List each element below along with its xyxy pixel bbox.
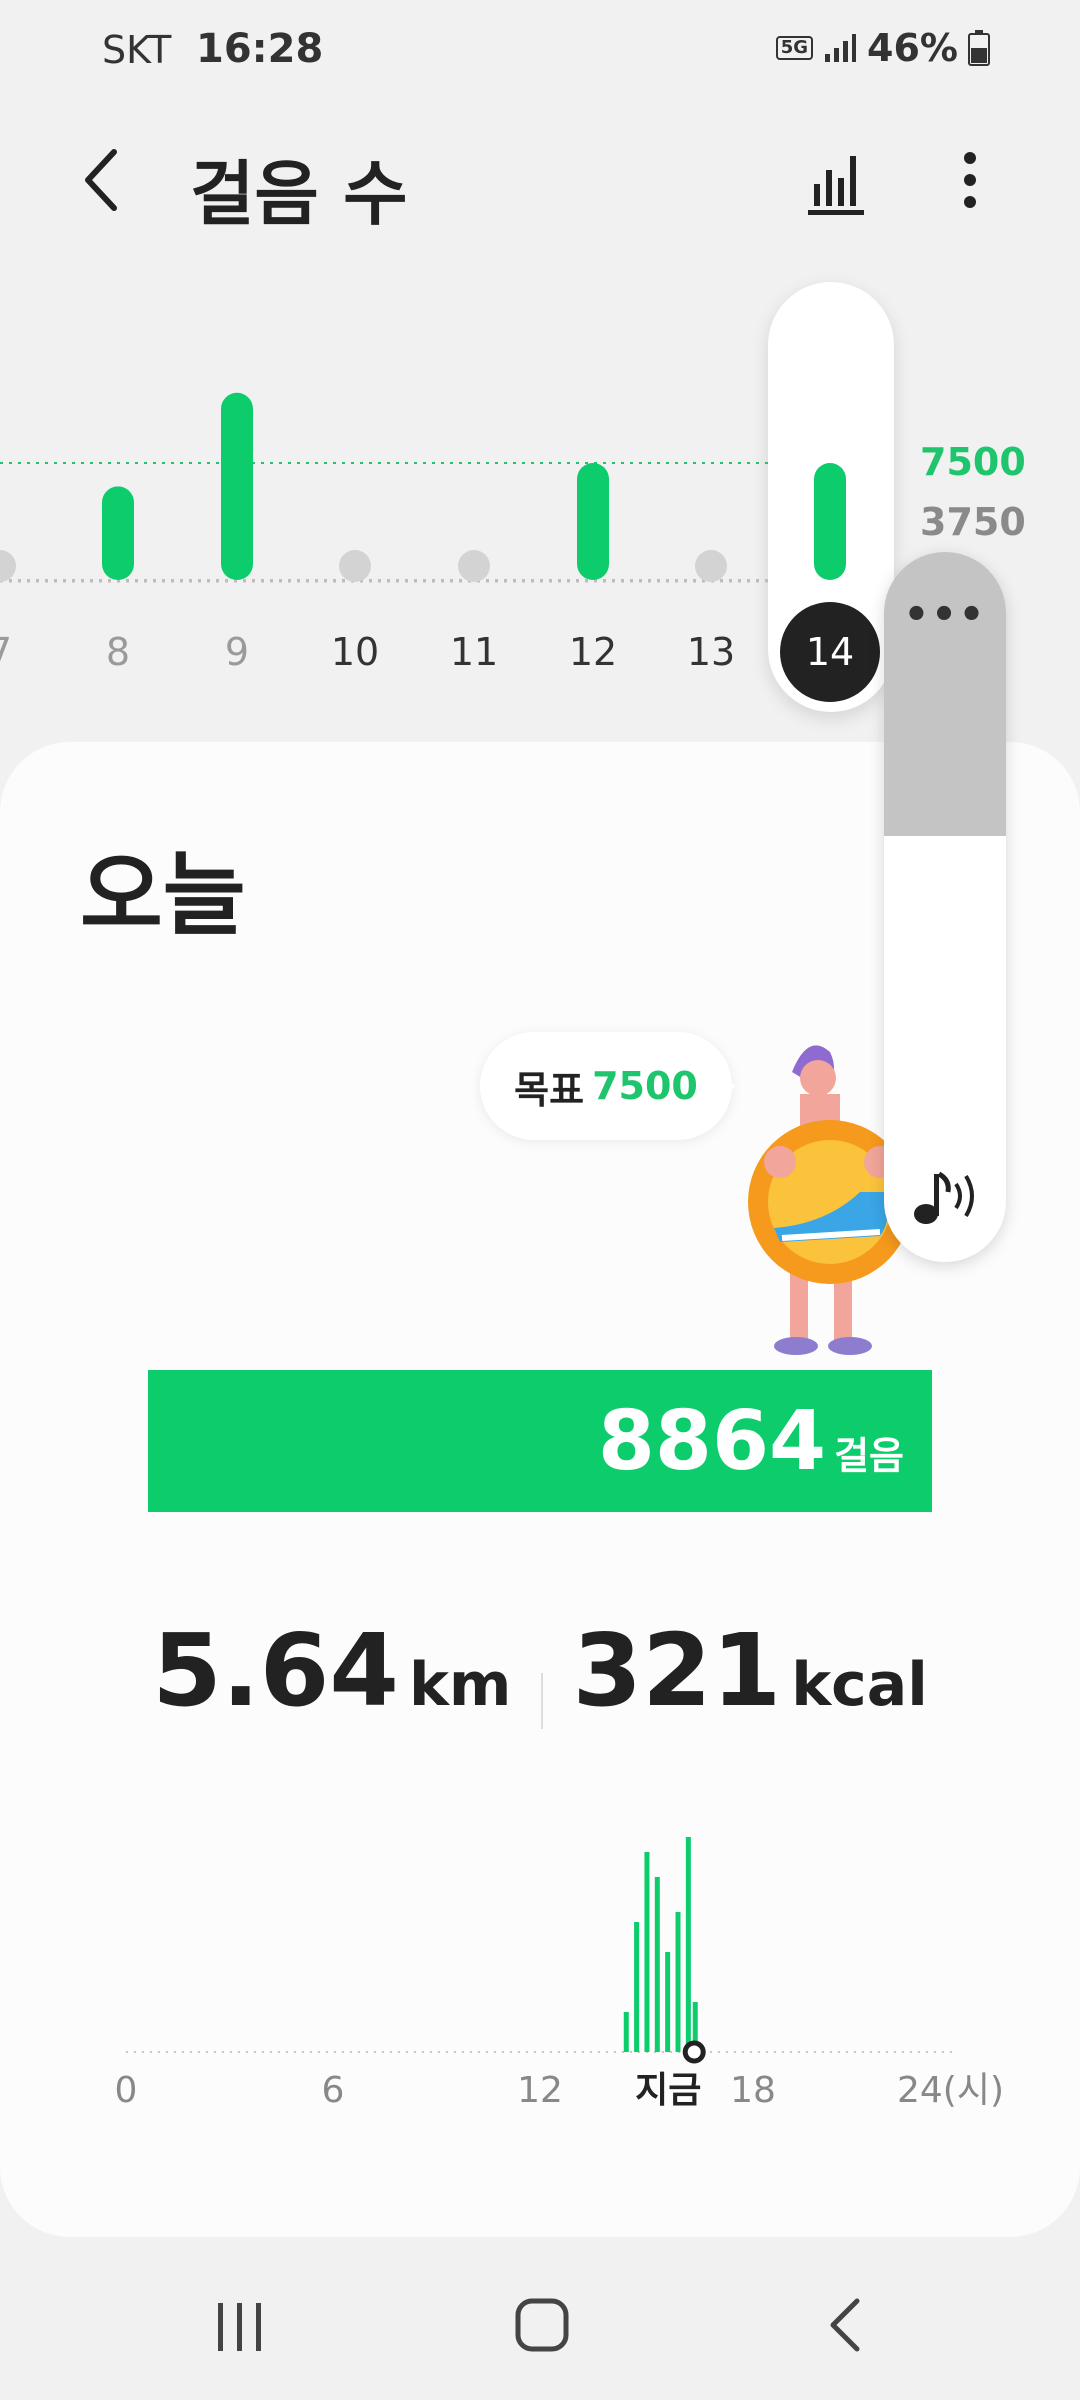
distance-unit: km [408, 1650, 512, 1720]
metrics-divider [540, 1672, 543, 1729]
hour-tick-label: 지금 [635, 2070, 701, 2111]
day-dot [458, 550, 490, 582]
hourly-steps-chart: 0 6 12 지금 18 24(시) [115, 1837, 1004, 2111]
half-goal-line-label: 3750 [920, 500, 1026, 544]
hour-bar [685, 1837, 691, 2052]
day-label: 8 [106, 630, 130, 674]
goal-bubble: 목표 7500 [480, 1032, 736, 1140]
hour-bar [675, 1912, 681, 2052]
recent-apps-icon[interactable] [210, 2297, 270, 2357]
day-bar [814, 463, 846, 580]
today-metrics: 5.64 km 321 kcal [0, 1612, 1080, 1729]
more-options-button[interactable] [940, 140, 1000, 220]
day-dot [339, 550, 371, 582]
hour-bar [634, 1922, 640, 2052]
day-label: 9 [225, 630, 249, 674]
home-icon[interactable] [512, 2295, 572, 2355]
day-bar [102, 486, 134, 580]
signal-icon [825, 34, 857, 62]
day-label: 14 [806, 630, 854, 674]
day-label: 11 [450, 630, 498, 674]
hour-bar [623, 2012, 629, 2052]
bar-chart-icon [808, 156, 864, 215]
network-5g-icon: 5G [775, 36, 814, 60]
hour-tick-label: 0 [115, 2070, 138, 2111]
more-horizontal-icon[interactable]: ••• [884, 592, 1006, 638]
status-icons: 5G 46% [775, 26, 990, 70]
navigation-bar [0, 2237, 1080, 2400]
chevron-left-icon [85, 149, 117, 211]
steps-count: 8864 [597, 1394, 827, 1489]
more-vertical-icon [964, 152, 976, 208]
day-label: 10 [331, 630, 379, 674]
distance-value: 5.64 [152, 1612, 399, 1729]
volume-panel[interactable]: ••• [884, 552, 1006, 1262]
goal-prefix: 목표 [514, 1067, 585, 1112]
day-dot [0, 550, 16, 582]
now-marker [682, 2040, 706, 2064]
hour-tick-label: 24(시) [897, 2070, 1004, 2111]
hour-bar [665, 1952, 671, 2052]
hour-tick-label: 12 [517, 2070, 563, 2111]
day-bar [577, 463, 609, 580]
carrier-label: SKT [102, 28, 172, 72]
music-note-sound-icon[interactable] [910, 1162, 984, 1232]
page-title: 걸음 수 [190, 153, 408, 235]
day-label: 7 [0, 630, 12, 674]
clock: 16:28 [196, 26, 324, 72]
calories-unit: kcal [791, 1650, 928, 1720]
battery-percent: 46% [867, 26, 958, 70]
calories-value: 321 [572, 1612, 782, 1729]
hour-tick-label: 18 [730, 2070, 776, 2111]
goal-value: 7500 [592, 1064, 698, 1108]
goal-line-label: 7500 [920, 440, 1026, 484]
day-label: 12 [569, 630, 617, 674]
day-bar [221, 392, 253, 580]
hour-bar [644, 1852, 650, 2052]
trends-button[interactable] [800, 140, 880, 220]
day-label: 13 [687, 630, 735, 674]
back-icon[interactable] [825, 2295, 865, 2355]
back-button[interactable] [70, 140, 140, 220]
status-bar: SKT 16:28 5G 46% [0, 0, 1080, 100]
app-header: 걸음 수 [0, 120, 1080, 240]
hour-tick-label: 6 [322, 2070, 345, 2111]
battery-icon [968, 30, 990, 66]
today-title: 오늘 [80, 843, 246, 948]
steps-value-wrap: 8864 걸음 [598, 1394, 904, 1489]
hour-bar [654, 1877, 660, 2052]
steps-progress-bar: 8864 걸음 [148, 1370, 932, 1512]
day-dot [695, 550, 727, 582]
steps-unit: 걸음 [834, 1434, 904, 1478]
